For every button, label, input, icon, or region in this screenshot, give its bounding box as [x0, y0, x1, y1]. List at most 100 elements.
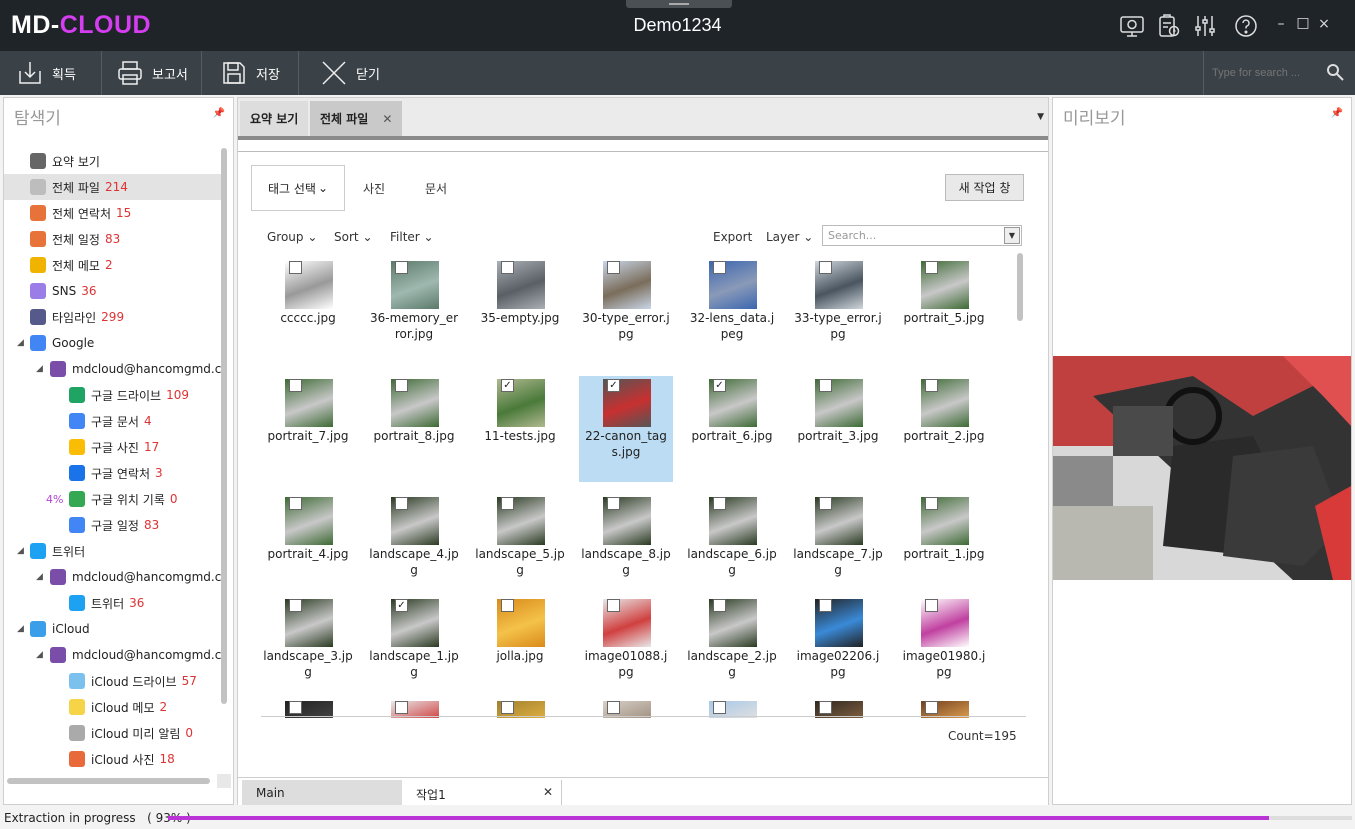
tab-dropdown-icon[interactable]: ▼ — [1037, 112, 1044, 122]
file-item[interactable]: portrait_8.jpg — [367, 376, 461, 482]
window-drag-handle[interactable] — [626, 0, 732, 8]
file-item[interactable]: landscape_7.jpg — [791, 494, 885, 600]
file-checkbox[interactable] — [925, 379, 938, 392]
file-item[interactable]: 32-lens_data.jpeg — [685, 258, 779, 364]
file-item[interactable]: image02206.jpg — [791, 596, 885, 702]
tab-all-files[interactable]: 전체 파일 ✕ — [310, 101, 403, 136]
expand-arrow-icon[interactable]: ◢ — [17, 546, 24, 556]
file-checkbox[interactable] — [289, 599, 302, 612]
new-window-button[interactable]: 새 작업 창 — [945, 174, 1024, 201]
file-item[interactable]: portrait_1.jpg — [897, 494, 991, 600]
grid-search-input[interactable]: Search... ▼ — [822, 225, 1022, 246]
file-item[interactable]: ✓ landscape_1.jpg — [367, 596, 461, 702]
bottom-tab-work1[interactable]: 작업1 ✕ — [404, 780, 562, 805]
file-checkbox[interactable] — [289, 497, 302, 510]
tree-item[interactable]: ◢ mdcloud@hancomgmd.com — [4, 642, 222, 668]
file-item[interactable]: portrait_3.jpg — [791, 376, 885, 482]
file-item[interactable] — [791, 698, 885, 718]
file-item[interactable]: landscape_4.jpg — [367, 494, 461, 600]
file-item[interactable]: ✓ portrait_6.jpg — [685, 376, 779, 482]
file-checkbox[interactable] — [925, 701, 938, 714]
file-checkbox[interactable] — [501, 497, 514, 510]
file-item[interactable]: landscape_6.jpg — [685, 494, 779, 600]
file-checkbox[interactable] — [395, 497, 408, 510]
close-button[interactable]: 닫기 — [304, 51, 380, 95]
explorer-horizontal-scrollbar[interactable] — [7, 778, 210, 784]
tree-item[interactable]: 구글 사진 17 — [4, 434, 222, 460]
expand-arrow-icon[interactable]: ◢ — [17, 338, 24, 348]
file-checkbox[interactable] — [713, 599, 726, 612]
file-checkbox[interactable] — [925, 261, 938, 274]
acquire-button[interactable]: 획득 — [0, 51, 76, 95]
file-item[interactable]: portrait_2.jpg — [897, 376, 991, 482]
file-checkbox[interactable] — [501, 701, 514, 714]
file-item[interactable]: 36-memory_error.jpg — [367, 258, 461, 364]
file-checkbox[interactable] — [501, 599, 514, 612]
sort-dropdown[interactable]: Sort ⌄ — [334, 230, 373, 244]
monitor-icon[interactable] — [1119, 13, 1145, 39]
tree-item[interactable]: 구글 드라이브 109 — [4, 382, 222, 408]
file-item[interactable] — [367, 698, 461, 718]
close-icon[interactable]: × — [1316, 16, 1332, 32]
filter-dropdown[interactable]: Filter ⌄ — [390, 230, 434, 244]
tree-item[interactable]: 요약 보기 — [4, 148, 222, 174]
clipboard-clock-icon[interactable] — [1156, 13, 1182, 39]
tree-item[interactable]: 전체 일정 83 — [4, 226, 222, 252]
file-item[interactable]: landscape_3.jpg — [261, 596, 355, 702]
bottom-tab-main[interactable]: Main — [242, 780, 402, 805]
file-checkbox[interactable] — [607, 701, 620, 714]
tree-item[interactable]: 구글 문서 4 — [4, 408, 222, 434]
sliders-icon[interactable] — [1192, 13, 1218, 39]
file-item[interactable]: portrait_4.jpg — [261, 494, 355, 600]
tree-item[interactable]: iCloud 미리 알림 0 — [4, 720, 222, 746]
file-checkbox[interactable]: ✓ — [501, 379, 514, 392]
file-checkbox[interactable] — [819, 599, 832, 612]
tree-item[interactable]: 4% 구글 위치 기록 0 — [4, 486, 222, 512]
file-item[interactable]: 35-empty.jpg — [473, 258, 567, 364]
file-checkbox[interactable]: ✓ — [395, 599, 408, 612]
file-checkbox[interactable] — [713, 701, 726, 714]
expand-arrow-icon[interactable]: ◢ — [17, 624, 24, 634]
file-item[interactable]: landscape_5.jpg — [473, 494, 567, 600]
tree-item[interactable]: 구글 연락처 3 — [4, 460, 222, 486]
file-item[interactable] — [473, 698, 567, 718]
tree-item[interactable]: 전체 파일 214 — [4, 174, 222, 200]
tree-item[interactable]: ◢ iCloud — [4, 616, 222, 642]
file-checkbox[interactable] — [713, 497, 726, 510]
tree-item[interactable]: 타임라인 299 — [4, 304, 222, 330]
file-item[interactable]: image01980.jpg — [897, 596, 991, 702]
file-checkbox[interactable] — [395, 379, 408, 392]
file-checkbox[interactable] — [925, 599, 938, 612]
close-icon[interactable]: ✕ — [543, 785, 553, 799]
grid-vertical-scrollbar[interactable] — [1017, 253, 1023, 321]
file-checkbox[interactable] — [819, 497, 832, 510]
file-checkbox[interactable] — [607, 261, 620, 274]
tree-item[interactable]: iCloud 메모 2 — [4, 694, 222, 720]
file-item[interactable]: ✓ 22-canon_tags.jpg — [579, 376, 673, 482]
tree-item[interactable]: 구글 일정 83 — [4, 512, 222, 538]
filter-tab-docs[interactable]: 문서 — [425, 180, 447, 197]
search-dropdown-icon[interactable]: ▼ — [1004, 227, 1020, 244]
file-checkbox[interactable] — [713, 261, 726, 274]
minimize-icon[interactable]: – — [1273, 16, 1289, 32]
tree-item[interactable]: ◢ 트위터 — [4, 538, 222, 564]
pin-icon[interactable]: 📌 — [1331, 108, 1343, 119]
expand-arrow-icon[interactable]: ◢ — [36, 650, 43, 660]
tree-item[interactable]: 트위터 36 — [4, 590, 222, 616]
tree-item[interactable]: iCloud 사진 18 — [4, 746, 222, 772]
tree-item[interactable]: SNS 36 — [4, 278, 222, 304]
file-checkbox[interactable] — [289, 379, 302, 392]
file-item[interactable]: 30-type_error.jpg — [579, 258, 673, 364]
save-button[interactable]: 저장 — [204, 51, 280, 95]
file-checkbox[interactable] — [607, 599, 620, 612]
tree-item[interactable]: 전체 연락처 15 — [4, 200, 222, 226]
file-checkbox[interactable] — [607, 497, 620, 510]
file-checkbox[interactable]: ✓ — [713, 379, 726, 392]
file-checkbox[interactable] — [289, 261, 302, 274]
export-button[interactable]: Export — [713, 230, 752, 244]
tree-item[interactable]: iCloud 드라이브 57 — [4, 668, 222, 694]
file-item[interactable] — [685, 698, 779, 718]
maximize-icon[interactable]: □ — [1295, 15, 1311, 31]
layer-dropdown[interactable]: Layer ⌄ — [766, 230, 813, 244]
file-checkbox[interactable] — [819, 379, 832, 392]
